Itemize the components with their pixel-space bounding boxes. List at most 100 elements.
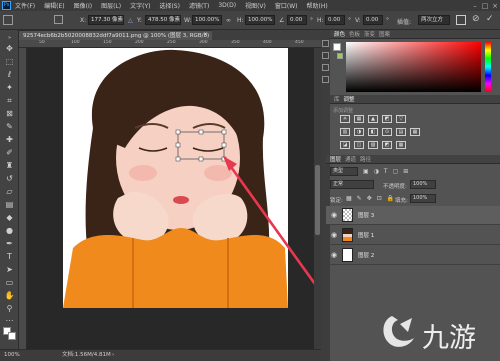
properties-panel-icon[interactable] <box>322 52 329 59</box>
marquee-tool-icon[interactable]: ⬚ <box>4 56 15 67</box>
maximize-icon[interactable]: □ <box>480 2 490 10</box>
black-white-icon[interactable]: ◧ <box>368 128 378 136</box>
layer-name[interactable]: 图层 1 <box>358 231 374 239</box>
type-tool-icon[interactable]: T <box>4 251 15 262</box>
menu-layer[interactable]: 图层(L) <box>101 1 121 10</box>
scrollbar-thumb[interactable] <box>315 165 320 235</box>
interpolation-select[interactable]: 两次立方 <box>418 15 450 25</box>
clone-stamp-tool-icon[interactable]: ♜ <box>4 160 15 171</box>
menu-edit[interactable]: 编辑(E) <box>44 1 64 10</box>
exposure-icon[interactable]: ◩ <box>382 115 392 123</box>
lock-transparent-icon[interactable]: ▦ <box>346 195 352 202</box>
tab-swatches[interactable]: 色板 <box>349 30 360 38</box>
posterize-icon[interactable]: ◫ <box>354 141 364 149</box>
info-panel-icon[interactable] <box>322 64 329 71</box>
background-swatch[interactable] <box>337 53 343 59</box>
tab-close-icon[interactable]: × <box>203 31 208 38</box>
crop-tool-icon[interactable]: ⌗ <box>4 95 15 106</box>
commit-icon[interactable]: ✓ <box>486 14 494 24</box>
tab-libraries[interactable]: 库 <box>334 95 340 103</box>
hue-saturation-icon[interactable]: ▥ <box>340 128 350 136</box>
blur-tool-icon[interactable]: ◆ <box>4 212 15 223</box>
filter-shape-icon[interactable]: ▢ <box>393 168 399 175</box>
frame-tool-icon[interactable]: ⊠ <box>4 108 15 119</box>
angle-field[interactable]: 0.00 <box>287 15 307 25</box>
color-lookup-icon[interactable]: ▦ <box>410 128 420 136</box>
visibility-eye-icon[interactable]: ◉ <box>330 251 338 259</box>
h-field[interactable]: 100.00% <box>245 15 275 25</box>
y-field[interactable]: 478.50 像素 <box>145 15 181 25</box>
lasso-tool-icon[interactable]: ℓ <box>4 69 15 80</box>
filter-smart-icon[interactable]: ⊞ <box>403 168 408 175</box>
pen-tool-icon[interactable]: ✒ <box>4 238 15 249</box>
gradient-map-icon[interactable]: ▦ <box>396 141 406 149</box>
layer-name[interactable]: 图层 2 <box>358 251 374 259</box>
hue-slider[interactable] <box>485 42 491 92</box>
w-field[interactable]: 100.00% <box>192 15 222 25</box>
filter-adjust-icon[interactable]: ◑ <box>374 168 379 175</box>
color-balance-icon[interactable]: ◑ <box>354 128 364 136</box>
menu-select[interactable]: 选择(S) <box>159 1 180 10</box>
lock-all-icon[interactable]: 🔒 <box>387 195 394 202</box>
filter-type-icon[interactable]: T <box>384 168 388 175</box>
levels-icon[interactable]: ▦ <box>354 115 364 123</box>
brightness-icon[interactable]: ☀ <box>340 115 350 123</box>
vibrance-icon[interactable]: ▽ <box>396 115 406 123</box>
tab-paths[interactable]: 路径 <box>360 155 371 163</box>
chain-icon[interactable]: ∞ <box>226 17 231 24</box>
menu-view[interactable]: 视图(V) <box>245 1 266 10</box>
tab-adjustments[interactable]: 调整 <box>344 95 355 103</box>
color-field[interactable] <box>346 42 481 92</box>
menu-3d[interactable]: 3D(D) <box>218 2 236 9</box>
brush-tool-icon[interactable]: ✐ <box>4 147 15 158</box>
magic-wand-tool-icon[interactable]: ✦ <box>4 82 15 93</box>
menu-filter[interactable]: 滤镜(T) <box>189 1 209 10</box>
layer-row[interactable]: ◉ 图层 3 <box>326 206 500 225</box>
filter-pixel-icon[interactable]: ▣ <box>363 168 369 175</box>
hand-tool-icon[interactable]: ✋ <box>4 290 15 301</box>
eraser-tool-icon[interactable]: ▱ <box>4 186 15 197</box>
minimize-icon[interactable]: – <box>470 2 480 10</box>
cancel-icon[interactable]: ⊘ <box>472 14 480 24</box>
menu-window[interactable]: 窗口(W) <box>275 1 298 10</box>
tab-gradients[interactable]: 渐变 <box>364 30 375 38</box>
h-skew-field[interactable]: 0.00 <box>325 15 345 25</box>
history-brush-tool-icon[interactable]: ↺ <box>4 173 15 184</box>
tab-channels[interactable]: 通道 <box>345 155 356 163</box>
dodge-tool-icon[interactable]: ● <box>4 225 15 236</box>
layer-name[interactable]: 图层 3 <box>358 211 374 219</box>
tab-color[interactable]: 颜色 <box>334 30 345 38</box>
blend-mode-select[interactable]: 正常 <box>330 180 374 189</box>
layer-row[interactable]: ◉ 图层 2 <box>326 246 500 265</box>
selective-color-icon[interactable]: ◩ <box>382 141 392 149</box>
move-tool-icon[interactable]: ✥ <box>4 43 15 54</box>
v-skew-field[interactable]: 0.00 <box>363 15 383 25</box>
menu-file[interactable]: 文件(F) <box>15 1 35 10</box>
menu-image[interactable]: 图像(I) <box>74 1 92 10</box>
lock-image-icon[interactable]: ✎ <box>357 195 362 202</box>
threshold-icon[interactable]: ▨ <box>368 141 378 149</box>
visibility-eye-icon[interactable]: ◉ <box>330 211 338 219</box>
warp-icon[interactable] <box>456 15 466 25</box>
shape-tool-icon[interactable]: ▭ <box>4 277 15 288</box>
visibility-eye-icon[interactable]: ◉ <box>330 231 338 239</box>
transform-tool-icon[interactable] <box>3 15 13 25</box>
reference-point-icon[interactable] <box>54 15 63 24</box>
status-menu-icon[interactable]: › <box>112 350 114 361</box>
path-selection-tool-icon[interactable]: ➤ <box>4 264 15 275</box>
photo-filter-icon[interactable]: ⊙ <box>382 128 392 136</box>
fill-field[interactable]: 100% <box>410 194 436 203</box>
link-icon[interactable]: △ <box>128 17 133 24</box>
eyedropper-tool-icon[interactable]: ✎ <box>4 121 15 132</box>
layer-row[interactable]: ◉ 图层 1 <box>326 226 500 245</box>
document-tab[interactable]: 92574ecb6b2b5020008832ddf7a9011.png @ 10… <box>19 30 212 40</box>
menu-help[interactable]: 帮助(H) <box>307 1 328 10</box>
lock-position-icon[interactable]: ✥ <box>367 195 372 202</box>
history-panel-icon[interactable] <box>322 40 329 47</box>
brush-panel-icon[interactable] <box>322 76 329 83</box>
tab-patterns[interactable]: 图案 <box>379 30 390 38</box>
opacity-field[interactable]: 100% <box>410 180 436 189</box>
zoom-level[interactable]: 100% <box>4 350 20 361</box>
lock-artboard-icon[interactable]: ⊡ <box>377 195 382 202</box>
x-field[interactable]: 177.30 像素 <box>88 15 124 25</box>
